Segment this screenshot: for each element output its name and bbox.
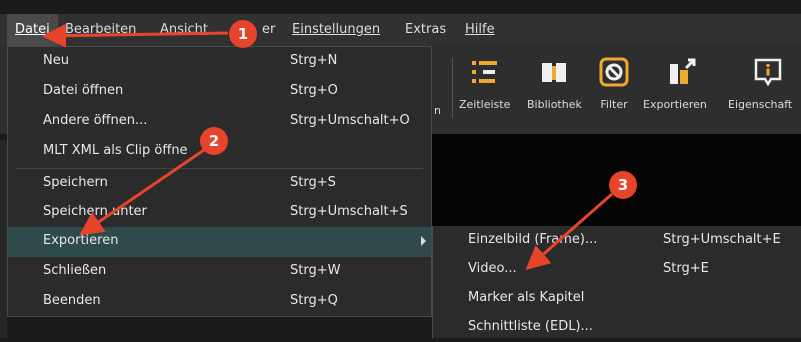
menu-item-shortcut: Strg+Q	[290, 293, 338, 308]
menu-datei-label: Datei	[15, 22, 50, 37]
filter-icon	[598, 56, 630, 88]
menu-item-shortcut: Strg+Umschalt+O	[290, 113, 410, 128]
menu-item-label: Speichern unter	[43, 204, 147, 219]
menu-item-beenden[interactable]: Beenden Strg+Q	[8, 287, 431, 317]
toolbar-properties-label: Eigenschaft	[728, 98, 793, 111]
menu-item-schliessen[interactable]: Schließen Strg+W	[8, 257, 431, 287]
toolbar-partial-label: n	[434, 104, 441, 117]
submenu-item-label: Video...	[468, 261, 517, 276]
menu-item-shortcut: Strg+O	[290, 83, 338, 98]
menu-ansicht-label: Ansicht	[160, 22, 209, 37]
menu-einstellungen[interactable]: Einstellungen	[292, 14, 380, 46]
menu-item-speichern[interactable]: Speichern Strg+S	[8, 169, 431, 199]
toolbar-filter-label: Filter	[600, 98, 628, 111]
menu-item-speichern-unter[interactable]: Speichern unter Strg+Umschalt+S	[8, 198, 431, 228]
properties-icon	[752, 56, 784, 88]
menu-item-exportieren[interactable]: Exportieren	[8, 227, 431, 257]
menu-item-label: Neu	[43, 53, 69, 68]
menu-item-shortcut: Strg+S	[290, 175, 336, 190]
menu-item-shortcut: Strg+N	[290, 53, 338, 68]
menu-bearbeiten[interactable]: Bearbeiten	[65, 14, 136, 46]
annotation-badge-1: 1	[229, 20, 257, 48]
submenu-item-label: Einzelbild (Frame)...	[468, 232, 598, 247]
menu-item-label: Beenden	[43, 293, 101, 308]
menu-datei[interactable]: Datei	[7, 14, 58, 46]
menu-item-label: Schließen	[43, 263, 107, 278]
submenu-item-label: Marker als Kapitel	[468, 290, 585, 305]
annotation-badge-3: 3	[609, 171, 637, 199]
library-icon	[538, 56, 570, 88]
submenu-item-video[interactable]: Video... Strg+E	[433, 255, 801, 284]
toolbar-export-label: Exportieren	[643, 98, 707, 111]
menu-ansicht[interactable]: Ansicht	[160, 14, 208, 46]
export-icon	[667, 56, 699, 88]
submenu-item-shortcut: Strg+Umschalt+E	[663, 232, 781, 247]
menu-item-label: Datei öffnen	[43, 83, 124, 98]
submenu-arrow-icon	[421, 236, 426, 246]
menu-hilfe[interactable]: Hilfe	[465, 14, 495, 46]
toolbar-library-button[interactable]: Bibliothek	[527, 56, 582, 111]
menubar: Datei Bearbeiten Ansicht er Einstellunge…	[0, 14, 801, 46]
file-menu: Neu Strg+N Datei öffnen Strg+O Andere öf…	[7, 46, 432, 317]
menu-item-label: Speichern	[43, 175, 108, 190]
menu-extras-label: Extras	[405, 22, 447, 37]
menu-item-shortcut: Strg+Umschalt+S	[290, 204, 408, 219]
menu-item-label: Exportieren	[43, 233, 119, 248]
toolbar-timeline-button[interactable]: Zeitleiste	[459, 56, 510, 111]
annotation-badge-2: 2	[200, 127, 228, 155]
menu-partial[interactable]: er	[262, 14, 275, 46]
menu-item-label: Andere öffnen...	[43, 113, 148, 128]
menu-item-label: MLT XML als Clip öffne	[43, 143, 188, 158]
app-window: Datei Bearbeiten Ansicht er Einstellunge…	[0, 0, 801, 338]
menu-item-shortcut: Strg+W	[290, 263, 341, 278]
menu-partial-label: er	[262, 22, 276, 37]
toolbar-library-label: Bibliothek	[527, 98, 582, 111]
timeline-icon	[469, 56, 501, 88]
menu-item-neu[interactable]: Neu Strg+N	[8, 47, 431, 77]
toolbar-filter-button[interactable]: Filter	[598, 56, 630, 111]
menu-hilfe-label: Hilfe	[465, 22, 495, 37]
menu-einstellungen-label: Einstellungen	[292, 22, 381, 37]
toolbar-timeline-label: Zeitleiste	[459, 98, 511, 111]
export-submenu: Einzelbild (Frame)... Strg+Umschalt+E Vi…	[432, 226, 801, 338]
menu-bearbeiten-label: Bearbeiten	[65, 22, 137, 37]
menu-item-datei-oeffnen[interactable]: Datei öffnen Strg+O	[8, 77, 431, 107]
toolbar-separator	[452, 58, 453, 118]
submenu-item-marker-kapitel[interactable]: Marker als Kapitel	[433, 284, 801, 313]
menu-extras[interactable]: Extras	[405, 14, 446, 46]
toolbar-properties-button[interactable]: Eigenschaft	[728, 56, 792, 111]
submenu-item-einzelbild[interactable]: Einzelbild (Frame)... Strg+Umschalt+E	[433, 226, 801, 255]
toolbar-export-button[interactable]: Exportieren	[643, 56, 707, 111]
submenu-item-label: Schnittliste (EDL)...	[468, 319, 593, 334]
submenu-item-shortcut: Strg+E	[663, 261, 709, 276]
